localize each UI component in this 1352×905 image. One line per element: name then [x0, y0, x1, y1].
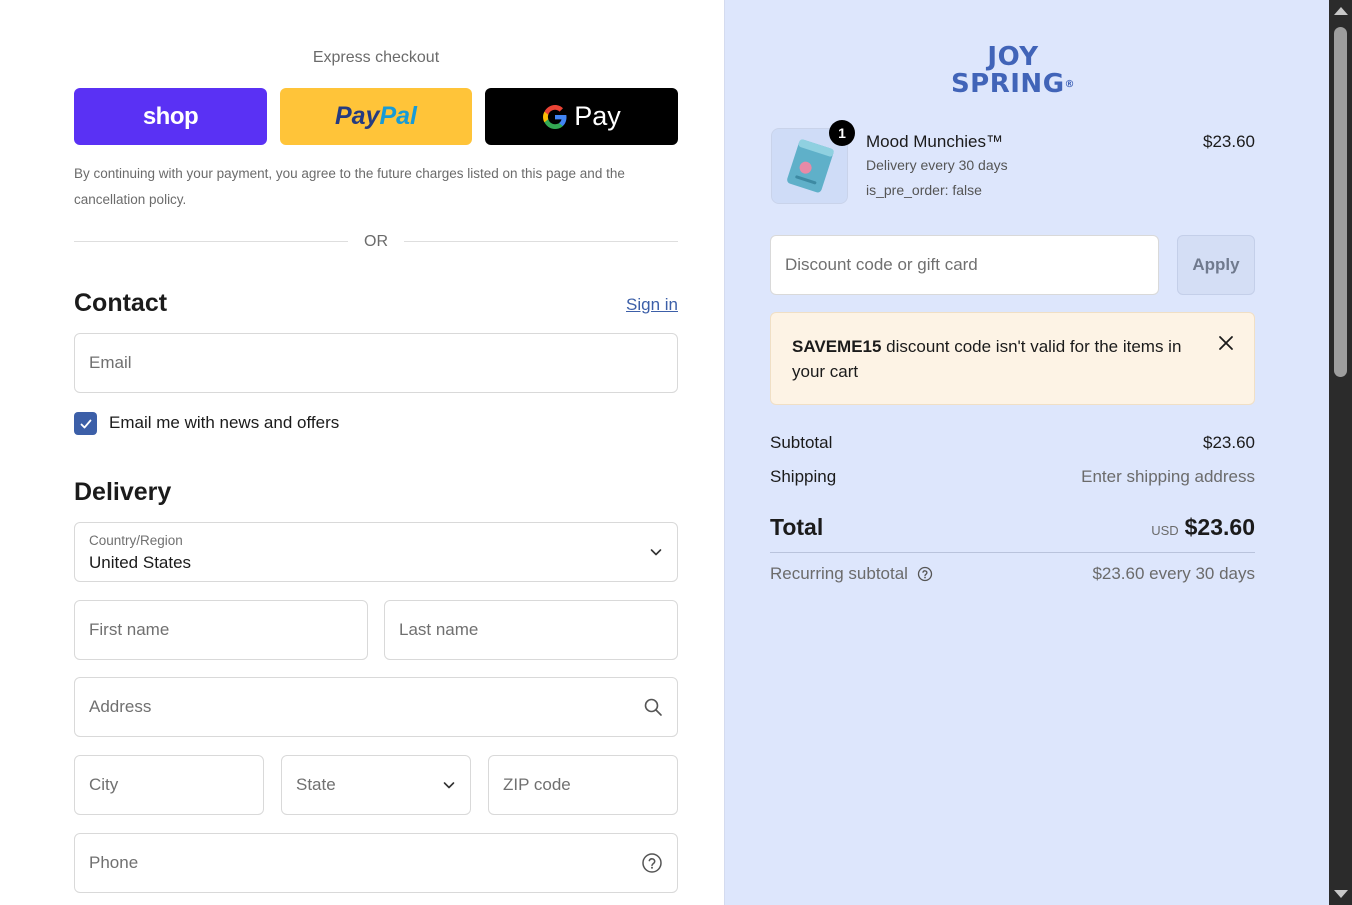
country-value: United States: [89, 553, 192, 572]
paypal-label-part2: Pal: [379, 102, 417, 130]
quantity-badge: 1: [829, 120, 855, 146]
shipping-value: Enter shipping address: [1081, 467, 1255, 486]
phone-placeholder: Phone: [89, 853, 139, 872]
contact-heading: Contact: [74, 289, 168, 317]
address-placeholder: Address: [89, 697, 152, 716]
total-currency: USD: [1151, 523, 1179, 538]
newsletter-label: Email me with news and offers: [109, 413, 340, 432]
checkout-form-panel: Express checkout shop Pay Pal Pay By cont…: [0, 0, 724, 905]
recurring-label: Recurring subtotal: [770, 564, 908, 583]
logo-registered-mark: ®: [1064, 79, 1076, 90]
phone-field[interactable]: Phone: [74, 833, 678, 893]
first-name-field[interactable]: First name: [74, 600, 368, 660]
express-checkout-title: Express checkout: [312, 49, 440, 66]
close-icon[interactable]: [1218, 335, 1234, 351]
chevron-down-icon: [649, 545, 663, 559]
first-name-placeholder: First name: [89, 620, 170, 639]
chevron-down-icon: [442, 778, 456, 792]
delivery-heading: Delivery: [74, 478, 172, 506]
vertical-scrollbar[interactable]: [1329, 0, 1352, 905]
zip-field[interactable]: ZIP code: [488, 755, 678, 815]
country-select[interactable]: Country/Region United States: [74, 522, 678, 582]
subtotal-value: $23.60: [1203, 433, 1255, 452]
paypal-label-part1: Pay: [334, 102, 380, 130]
last-name-field[interactable]: Last name: [384, 600, 678, 660]
total-value-group: USD $23.60: [1000, 514, 1255, 541]
or-label: OR: [364, 233, 388, 250]
discount-code-input[interactable]: Discount code or gift card: [770, 235, 1159, 295]
newsletter-checkbox[interactable]: [74, 412, 97, 435]
country-label: Country/Region: [89, 533, 183, 548]
discount-error-notice: SAVEME15 discount code isn't valid for t…: [770, 312, 1255, 405]
scroll-up-arrow-icon[interactable]: [1334, 7, 1348, 15]
paypal-button[interactable]: Pay Pal: [280, 88, 472, 145]
zip-placeholder: ZIP code: [503, 775, 571, 794]
product-meta: is_pre_order: false: [866, 182, 982, 198]
legal-notice: By continuing with your payment, you agr…: [74, 166, 625, 207]
total-divider: [770, 552, 1255, 553]
recurring-subtotal-row: Recurring subtotal: [770, 564, 933, 584]
total-value: $23.60: [1184, 514, 1255, 540]
logo-line-2: SPRING: [950, 69, 1065, 99]
apply-discount-button[interactable]: Apply: [1177, 235, 1255, 295]
discount-placeholder: Discount code or gift card: [785, 255, 978, 274]
google-g-icon: [542, 104, 568, 130]
last-name-placeholder: Last name: [399, 620, 479, 639]
scrollbar-thumb[interactable]: [1334, 27, 1347, 377]
city-field[interactable]: City: [74, 755, 264, 815]
shop-pay-label: shop: [142, 102, 199, 130]
total-label: Total: [770, 514, 824, 540]
shipping-label: Shipping: [770, 467, 837, 486]
product-price: $23.60: [1203, 132, 1255, 151]
sign-in-link[interactable]: Sign in: [560, 295, 678, 315]
product-delivery: Delivery every 30 days: [866, 157, 1008, 173]
shop-pay-button[interactable]: shop: [74, 88, 267, 145]
email-placeholder: Email: [89, 353, 132, 372]
search-icon: [643, 697, 663, 717]
google-pay-label: Pay: [574, 101, 621, 131]
state-placeholder: State: [296, 775, 336, 794]
address-field[interactable]: Address: [74, 677, 678, 737]
product-name: Mood Munchies™: [866, 132, 1004, 151]
google-pay-button[interactable]: Pay: [485, 88, 678, 145]
scroll-down-arrow-icon[interactable]: [1334, 890, 1348, 898]
city-placeholder: City: [89, 775, 119, 794]
logo-line-1: JOY: [987, 42, 1039, 72]
email-field[interactable]: Email: [74, 333, 678, 393]
help-icon[interactable]: [641, 852, 663, 874]
recurring-value: $23.60 every 30 days: [1092, 564, 1255, 583]
help-icon[interactable]: [917, 566, 933, 582]
subtotal-label: Subtotal: [770, 433, 833, 452]
discount-code-text: SAVEME15: [792, 337, 882, 356]
state-select[interactable]: State: [281, 755, 471, 815]
or-divider: OR: [74, 232, 678, 252]
joy-spring-logo[interactable]: JOY SPRING®: [948, 44, 1078, 98]
checkmark-icon: [80, 419, 91, 428]
